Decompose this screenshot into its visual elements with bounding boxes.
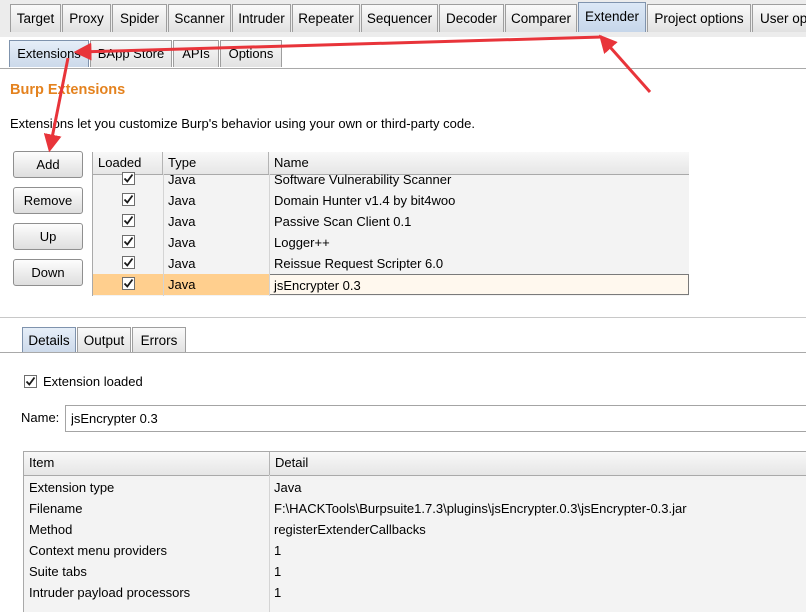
detail-cell: Java <box>274 480 302 495</box>
item-cell: Intruder payload processors <box>29 585 191 600</box>
item-cell: Context menu providers <box>29 543 168 558</box>
detail-cell: 1 <box>274 585 282 600</box>
detail-tab-baseline <box>0 352 806 353</box>
tab-options[interactable]: Options <box>220 40 282 67</box>
type-cell: Java <box>168 277 196 292</box>
section-title: Burp Extensions <box>10 82 126 98</box>
table-row[interactable]: Filename F:\HACKTools\Burpsuite1.7.3\plu… <box>24 498 806 519</box>
type-cell: Java <box>168 256 196 271</box>
loaded-checkbox[interactable] <box>122 214 135 227</box>
name-cell: Reissue Request Scripter 6.0 <box>274 256 444 271</box>
table-row[interactable]: Method registerExtenderCallbacks <box>24 519 806 540</box>
item-cell: Filename <box>29 501 83 516</box>
item-cell: Extension type <box>29 480 115 495</box>
tab-bapp-store[interactable]: BApp Store <box>90 40 172 67</box>
tab-sequencer[interactable]: Sequencer <box>361 4 438 32</box>
extender-sub-tab-bar: Extensions BApp Store APIs Options <box>0 37 806 69</box>
detail-cell: 1 <box>274 564 282 579</box>
detail-cell: 1 <box>274 543 282 558</box>
loaded-checkbox[interactable] <box>122 172 135 185</box>
table-row[interactable]: Java Logger++ <box>93 232 689 253</box>
type-cell: Java <box>168 235 196 250</box>
extension-name-field[interactable] <box>65 405 806 432</box>
tab-comparer[interactable]: Comparer <box>505 4 577 32</box>
loaded-checkbox[interactable] <box>122 193 135 206</box>
table-row[interactable]: Java Domain Hunter v1.4 by bit4woo <box>93 190 689 211</box>
add-button[interactable]: Add <box>13 151 83 178</box>
detail-cell: registerExtenderCallbacks <box>274 522 426 537</box>
tab-apis[interactable]: APIs <box>173 40 219 67</box>
tab-decoder[interactable]: Decoder <box>439 4 504 32</box>
remove-button[interactable]: Remove <box>13 187 83 214</box>
tab-user-options[interactable]: User op <box>752 4 806 32</box>
column-divider <box>269 174 270 296</box>
item-cell: Suite tabs <box>29 564 87 579</box>
type-cell: Java <box>168 214 196 229</box>
table-row[interactable]: Extension type Java <box>24 477 806 498</box>
column-item[interactable]: Item <box>24 452 270 475</box>
item-cell: Method <box>29 522 73 537</box>
extensions-table: Loaded Type Name Java Software Vulnerabi… <box>92 152 689 296</box>
name-cell: Domain Hunter v1.4 by bit4woo <box>274 193 456 208</box>
details-table-header: Item Detail <box>24 452 806 476</box>
arrow-to-add-button <box>43 57 70 153</box>
details-table: Item Detail Extension type Java Filename… <box>23 451 806 612</box>
up-button[interactable]: Up <box>13 223 83 250</box>
name-cell: Software Vulnerability Scanner <box>274 172 452 187</box>
name-cell: Logger++ <box>274 235 330 250</box>
column-divider <box>269 475 270 612</box>
table-row[interactable]: Suite tabs 1 <box>24 561 806 582</box>
table-row[interactable]: Java Passive Scan Client 0.1 <box>93 211 689 232</box>
table-row[interactable]: Intruder payload processors 1 <box>24 582 806 603</box>
tab-target[interactable]: Target <box>10 4 61 32</box>
loaded-checkbox[interactable] <box>122 277 135 290</box>
tab-extender[interactable]: Extender <box>578 2 646 32</box>
table-row[interactable]: Java Reissue Request Scripter 6.0 <box>93 253 689 274</box>
table-row[interactable]: Java Software Vulnerability Scanner <box>93 169 689 190</box>
loaded-checkbox[interactable] <box>122 256 135 269</box>
extension-loaded-label: Extension loaded <box>43 374 143 389</box>
tab-details[interactable]: Details <box>22 327 76 353</box>
main-tab-bar: Target Proxy Spider Scanner Intruder Rep… <box>0 0 806 38</box>
tab-scanner[interactable]: Scanner <box>168 4 231 32</box>
tab-output[interactable]: Output <box>77 327 131 353</box>
name-cell: Passive Scan Client 0.1 <box>274 214 412 229</box>
column-divider <box>163 174 164 296</box>
down-button[interactable]: Down <box>13 259 83 286</box>
name-label: Name: <box>21 410 60 425</box>
tab-extensions[interactable]: Extensions <box>9 40 89 67</box>
loaded-checkbox[interactable] <box>122 235 135 248</box>
section-description: Extensions let you customize Burp's beha… <box>10 116 475 131</box>
extension-loaded-checkbox[interactable] <box>24 375 37 388</box>
table-row[interactable]: Context menu providers 1 <box>24 540 806 561</box>
tab-spider[interactable]: Spider <box>112 4 167 32</box>
type-cell: Java <box>168 193 196 208</box>
tab-repeater[interactable]: Repeater <box>292 4 360 32</box>
tab-intruder[interactable]: Intruder <box>232 4 291 32</box>
table-row-selected[interactable]: Java jsEncrypter 0.3 <box>93 274 689 295</box>
column-detail[interactable]: Detail <box>270 452 806 475</box>
detail-cell: F:\HACKTools\Burpsuite1.7.3\plugins\jsEn… <box>274 501 687 516</box>
tab-project-options[interactable]: Project options <box>647 4 751 32</box>
tab-proxy[interactable]: Proxy <box>62 4 111 32</box>
name-cell[interactable]: jsEncrypter 0.3 <box>269 274 689 295</box>
split-pane-divider[interactable] <box>0 317 806 318</box>
type-cell: Java <box>168 172 196 187</box>
tab-errors[interactable]: Errors <box>132 327 186 353</box>
